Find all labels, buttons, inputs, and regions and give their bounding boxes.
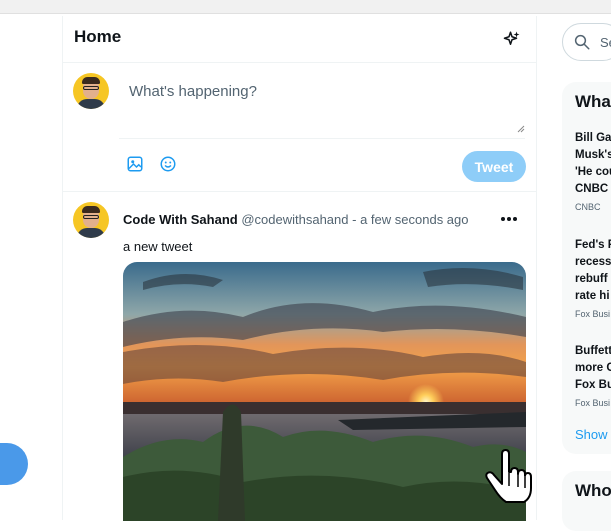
avatar[interactable]: [73, 202, 109, 238]
page-title: Home: [74, 27, 122, 46]
main-column: Home Tweet: [62, 16, 537, 521]
more-icon[interactable]: [500, 216, 518, 222]
sparkle-icon[interactable]: [503, 30, 521, 48]
trend-source: Fox Busi: [575, 309, 611, 319]
left-tweet-fab-button[interactable]: [0, 443, 28, 485]
search-box[interactable]: Se: [562, 23, 611, 61]
tweet-text: a new tweet: [123, 239, 193, 254]
home-header: Home: [63, 16, 536, 61]
search-input[interactable]: Se: [600, 35, 611, 50]
tweet-header: Code With Sahand @codewithsahand - a few…: [123, 212, 469, 227]
trend-source: Fox Busi: [575, 398, 611, 408]
trend-item[interactable]: Buffett more C Fox Bu Fox Busi: [575, 343, 611, 408]
resize-grip-icon[interactable]: [517, 125, 525, 133]
trends-title: Wha: [575, 92, 611, 111]
avatar[interactable]: [73, 73, 109, 109]
author-handle[interactable]: @codewithsahand: [241, 212, 348, 227]
trend-item[interactable]: Fed's P recessi rebuff rate hi Fox Busi: [575, 237, 611, 319]
browser-top-bar: [0, 0, 611, 14]
right-sidebar: Se Wha Bill Gat Musk's 'He cou CNBC CNBC…: [560, 0, 611, 531]
tweet-item[interactable]: Code With Sahand @codewithsahand - a few…: [63, 191, 536, 521]
trend-source: CNBC: [575, 202, 601, 212]
tweet-time[interactable]: a few seconds ago: [360, 212, 468, 227]
image-icon[interactable]: [126, 155, 144, 173]
compose-input[interactable]: [119, 75, 525, 133]
search-icon: [574, 34, 590, 50]
tweet-button[interactable]: Tweet: [462, 151, 526, 182]
emoji-icon[interactable]: [159, 155, 177, 173]
author-name[interactable]: Code With Sahand: [123, 212, 238, 227]
who-to-follow-panel: Who: [562, 471, 611, 531]
header-separator: -: [352, 212, 357, 227]
hand-cursor-icon: [485, 449, 532, 503]
tweet-composer: Tweet: [63, 62, 536, 191]
tweet-image[interactable]: [123, 262, 526, 521]
show-more-link[interactable]: Show: [575, 427, 608, 442]
composer-divider: [119, 138, 525, 139]
who-to-follow-title: Who: [575, 481, 611, 500]
trend-item[interactable]: Bill Gat Musk's 'He cou CNBC CNBC: [575, 130, 611, 212]
trends-panel: Wha Bill Gat Musk's 'He cou CNBC CNBC Fe…: [562, 82, 611, 454]
